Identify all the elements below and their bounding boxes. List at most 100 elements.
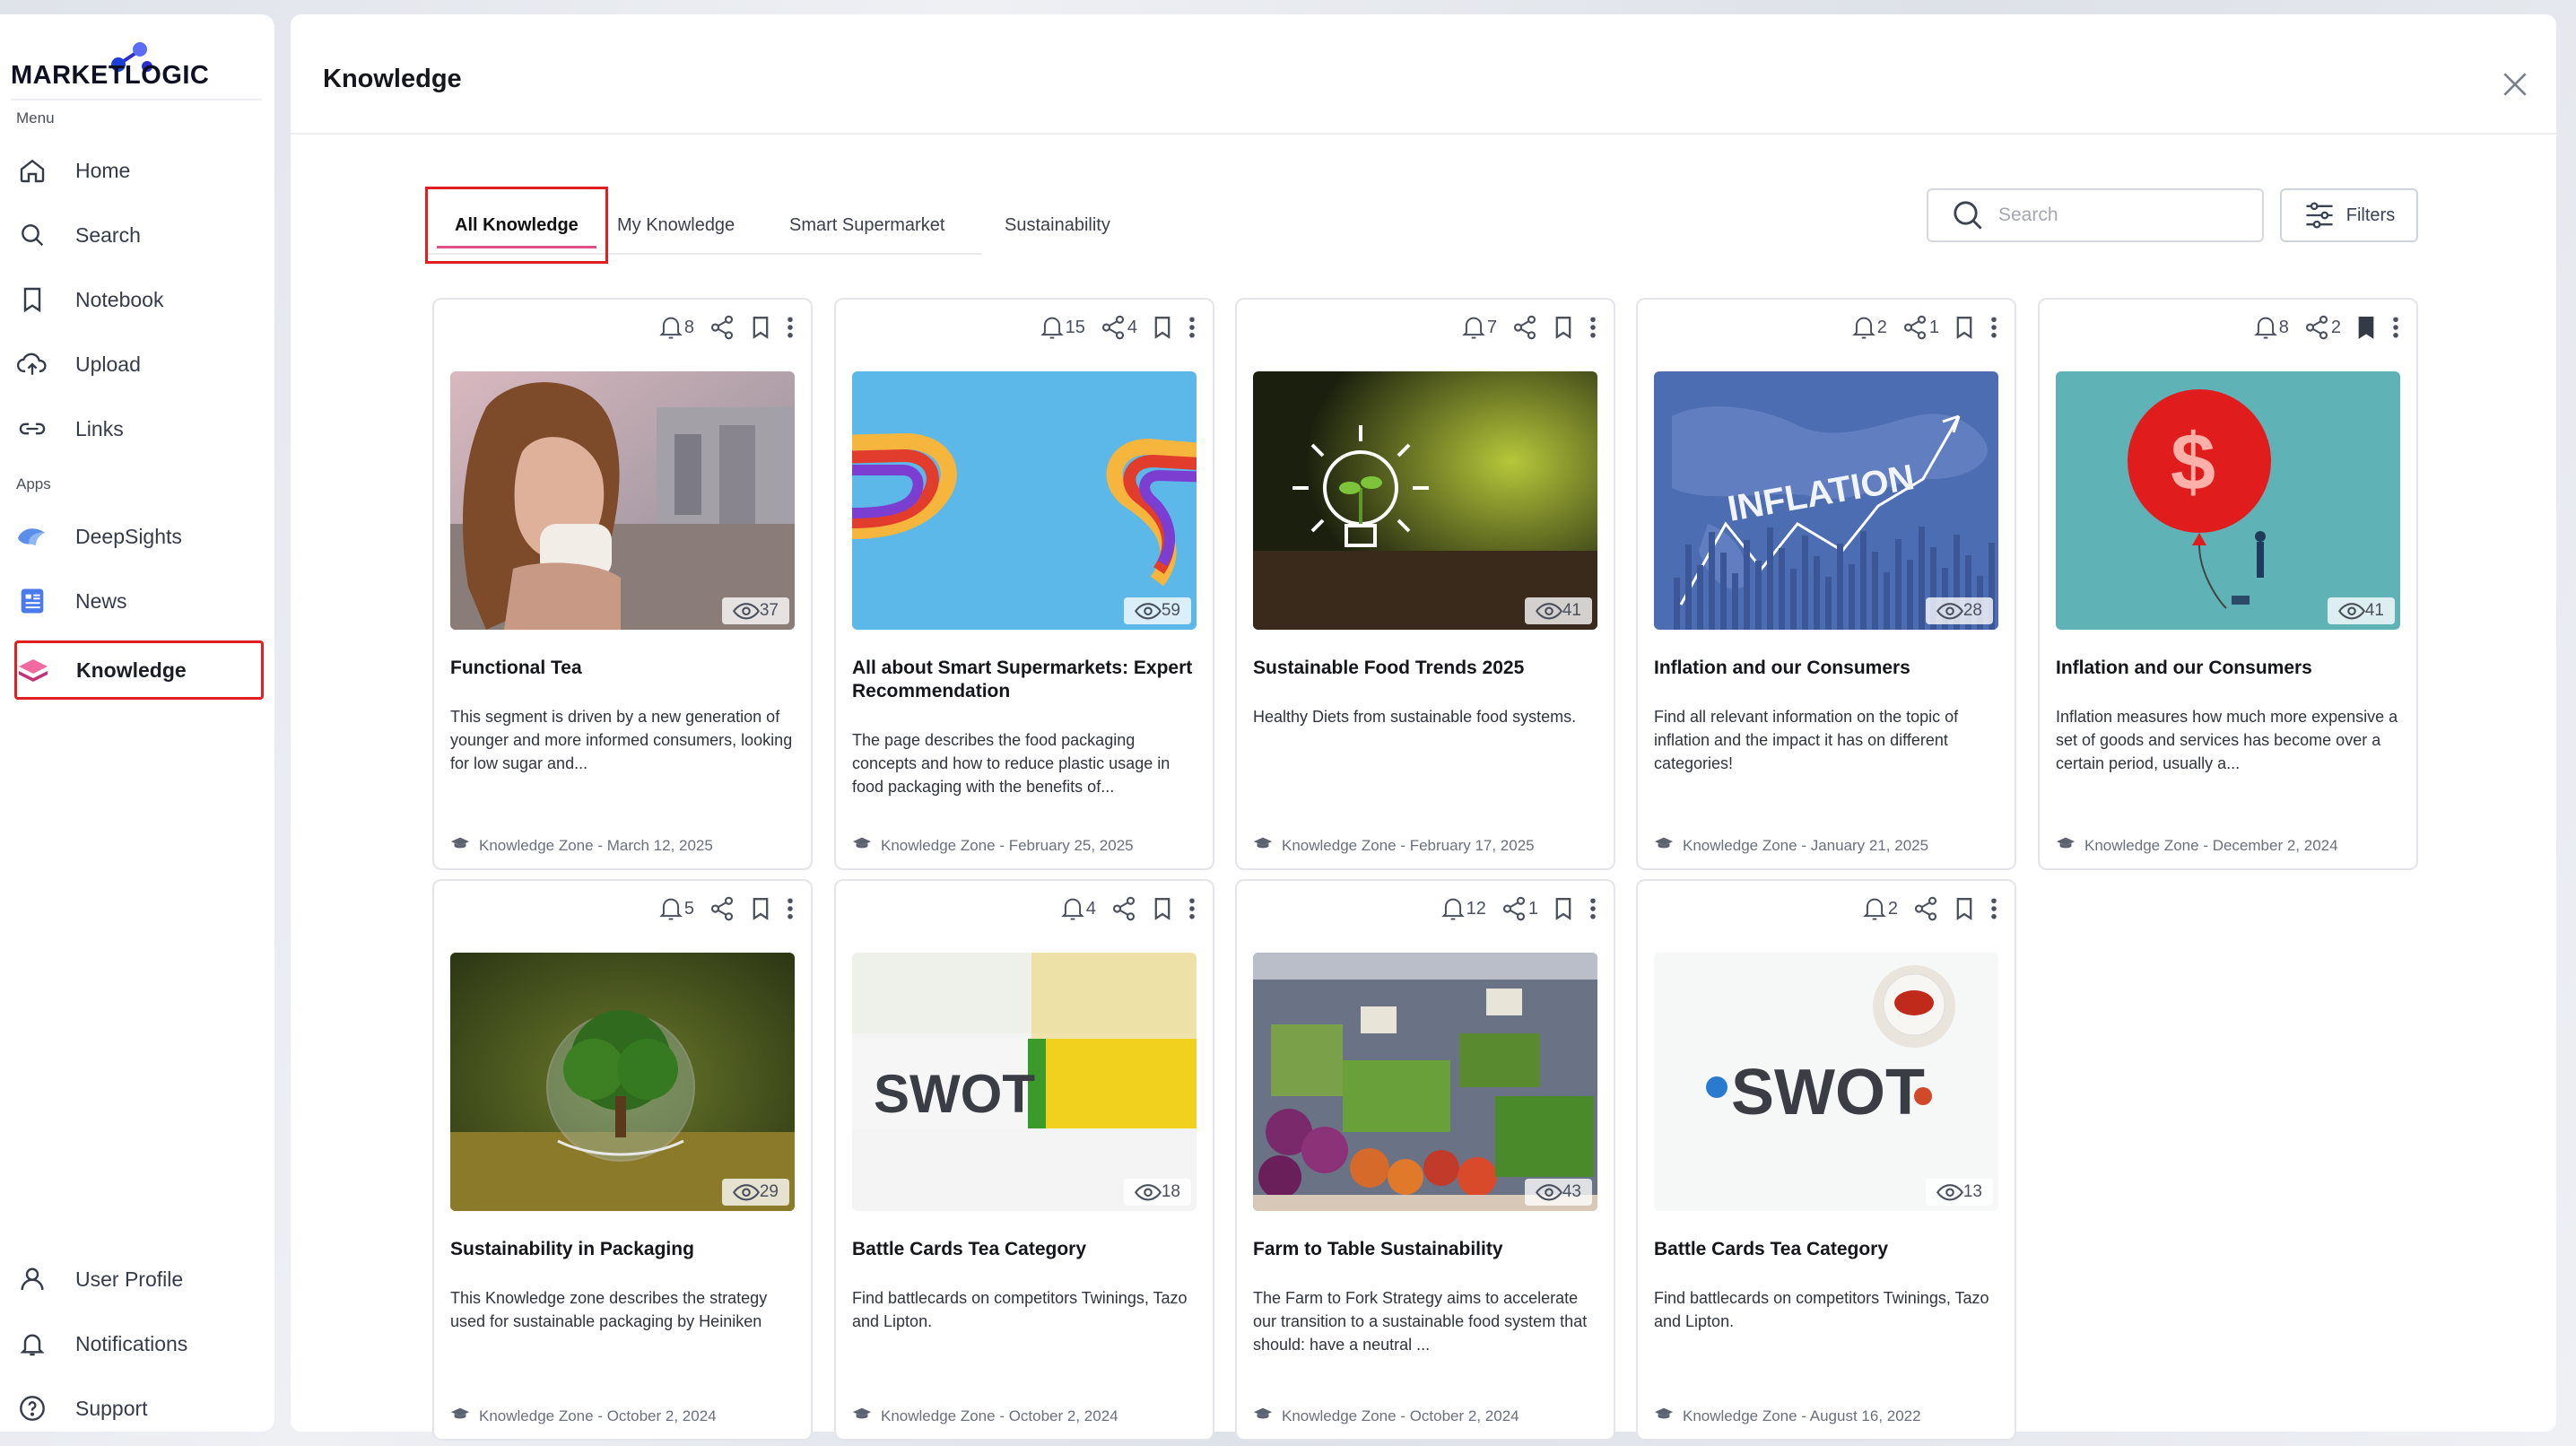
share-button[interactable]: 2 xyxy=(2303,314,2341,341)
knowledge-panel: Knowledge All Knowledge My Knowledge Sma… xyxy=(291,14,2556,1441)
card-thumbnail[interactable]: 59 xyxy=(852,371,1197,630)
more-options-button[interactable] xyxy=(786,895,795,922)
card-thumbnail[interactable]: 37 xyxy=(450,371,795,630)
card-actions: 4 xyxy=(1060,892,1197,926)
card-title[interactable]: Battle Cards Tea Category xyxy=(1654,1238,2004,1261)
subscribe-button[interactable]: 7 xyxy=(1461,314,1497,341)
share-button[interactable] xyxy=(709,314,735,341)
share-button[interactable]: 4 xyxy=(1100,314,1137,341)
card-title[interactable]: Inflation and our Consumers xyxy=(1654,657,2004,680)
subscribe-button[interactable]: 15 xyxy=(1040,314,1085,341)
sidebar-item-notifications[interactable]: Notifications xyxy=(16,1319,262,1369)
sidebar-item-links[interactable]: Links xyxy=(16,404,262,454)
card-title[interactable]: Sustainability in Packaging xyxy=(450,1238,800,1261)
more-vertical-icon xyxy=(786,314,795,341)
search-box[interactable] xyxy=(1927,188,2264,242)
sidebar-item-label: DeepSights xyxy=(75,524,182,548)
card-thumbnail[interactable]: 29 xyxy=(450,953,795,1211)
share-button[interactable] xyxy=(1511,314,1538,341)
card-title[interactable]: Functional Tea xyxy=(450,657,800,680)
sidebar-item-home[interactable]: Home xyxy=(16,145,262,196)
filters-button[interactable]: Filters xyxy=(2280,188,2418,242)
share-button[interactable] xyxy=(709,895,735,922)
close-button[interactable] xyxy=(2497,66,2533,102)
more-options-button[interactable] xyxy=(1989,314,1998,341)
knowledge-card[interactable]: 8 37 Functional Tea This segment is driven … xyxy=(432,298,813,870)
bookmark-button[interactable] xyxy=(750,895,771,922)
subscribe-button[interactable]: 12 xyxy=(1440,895,1486,922)
sidebar-item-notebook[interactable]: Notebook xyxy=(16,274,262,325)
bookmark-icon xyxy=(750,895,771,922)
card-thumbnail[interactable]: INFLATION 28 xyxy=(1654,371,1998,630)
card-title[interactable]: Battle Cards Tea Category xyxy=(852,1238,1202,1261)
bookmark-button[interactable] xyxy=(1553,895,1574,922)
more-options-button[interactable] xyxy=(2391,314,2400,341)
more-options-button[interactable] xyxy=(1588,314,1597,341)
card-thumbnail[interactable]: SWOT 13 xyxy=(1654,953,1998,1211)
share-icon xyxy=(1110,895,1137,922)
sidebar-item-user-profile[interactable]: User Profile xyxy=(16,1254,262,1304)
bookmark-button[interactable] xyxy=(1152,314,1173,341)
search-input[interactable] xyxy=(1998,205,2250,226)
bookmark-button[interactable] xyxy=(750,314,771,341)
bookmark-button[interactable] xyxy=(1954,314,1975,341)
more-vertical-icon xyxy=(786,895,795,922)
knowledge-card[interactable]: 5 29 Sustainability in Packaging This Knowl… xyxy=(432,879,813,1441)
more-options-button[interactable] xyxy=(1188,314,1197,341)
bookmark-button[interactable] xyxy=(1553,314,1574,341)
subscribe-button[interactable]: 8 xyxy=(2253,314,2289,341)
subscribe-button[interactable]: 5 xyxy=(658,895,694,922)
sidebar-item-deepsights[interactable]: DeepSights xyxy=(16,511,262,562)
marketlogic-logo[interactable]: MARKETLOGIC xyxy=(11,41,262,95)
card-title[interactable]: All about Smart Supermarkets: Expert Rec… xyxy=(852,657,1202,703)
bookmark-button[interactable] xyxy=(1152,895,1173,922)
knowledge-card[interactable]: 12 1 43 Farm to Table Sustainability The Far… xyxy=(1235,879,1615,1441)
share-button[interactable] xyxy=(1110,895,1137,922)
share-button[interactable] xyxy=(1912,895,1939,922)
divider xyxy=(291,133,2556,135)
card-thumbnail[interactable]: 41 xyxy=(1253,371,1597,630)
share-button[interactable]: 1 xyxy=(1902,314,1939,341)
sidebar-item-support[interactable]: Support xyxy=(16,1383,262,1433)
subscribe-button[interactable]: 4 xyxy=(1060,895,1096,922)
card-thumbnail[interactable]: 43 xyxy=(1253,953,1597,1211)
subscribe-button[interactable]: 8 xyxy=(658,314,694,341)
card-title[interactable]: Farm to Table Sustainability xyxy=(1253,1238,1603,1261)
bell-icon xyxy=(658,895,683,922)
card-meta: Knowledge Zone - March 12, 2025 xyxy=(450,835,713,856)
more-options-button[interactable] xyxy=(786,314,795,341)
more-vertical-icon xyxy=(1989,314,1998,341)
knowledge-card[interactable]: 4 SWOT 18 Battle Cards Tea Category Find bat… xyxy=(834,879,1214,1441)
tab-smart-supermarket[interactable]: Smart Supermarket xyxy=(789,194,944,257)
more-options-button[interactable] xyxy=(1989,895,1998,922)
knowledge-card[interactable]: 7 41 Sustainable Food Trends 2025 Healthy D… xyxy=(1235,298,1615,870)
knowledge-card[interactable]: 2 SWOT 13 Battle Cards Tea Category Find bat… xyxy=(1636,879,2016,1441)
share-icon xyxy=(1912,895,1939,922)
more-vertical-icon xyxy=(1588,895,1597,922)
sidebar-item-upload[interactable]: Upload xyxy=(16,339,262,389)
knowledge-card[interactable]: 15 4 59 All about Smart Supermarkets: Exper… xyxy=(834,298,1214,870)
tab-sustainability[interactable]: Sustainability xyxy=(1005,194,1110,257)
more-options-button[interactable] xyxy=(1188,895,1197,922)
card-title[interactable]: Inflation and our Consumers xyxy=(2056,657,2406,680)
knowledge-zone-icon xyxy=(852,835,881,856)
bookmark-button[interactable] xyxy=(1954,895,1975,922)
eye-icon xyxy=(1936,1182,1963,1203)
more-options-button[interactable] xyxy=(1588,895,1597,922)
card-thumbnail[interactable]: $41 xyxy=(2056,371,2400,630)
knowledge-card[interactable]: 2 1 INFLATION 28 Inflation and our Consumers… xyxy=(1636,298,2016,870)
card-title[interactable]: Sustainable Food Trends 2025 xyxy=(1253,657,1603,680)
subscribe-button[interactable]: 2 xyxy=(1862,895,1898,922)
view-count: 29 xyxy=(759,1182,779,1201)
subscribe-button[interactable]: 2 xyxy=(1851,314,1887,341)
sidebar-item-search[interactable]: Search xyxy=(16,210,262,260)
view-count-badge: 43 xyxy=(1524,1179,1592,1206)
sidebar-item-knowledge[interactable]: Knowledge xyxy=(14,640,264,700)
tab-my-knowledge[interactable]: My Knowledge xyxy=(617,194,735,257)
bookmark-button[interactable] xyxy=(2355,314,2377,341)
tab-all-knowledge[interactable]: All Knowledge xyxy=(425,187,608,264)
share-button[interactable]: 1 xyxy=(1501,895,1538,922)
knowledge-card[interactable]: 8 2 $41 Inflation and our Consumers Inflatio… xyxy=(2038,298,2418,870)
sidebar-item-news[interactable]: News xyxy=(16,576,262,626)
card-thumbnail[interactable]: SWOT 18 xyxy=(852,953,1197,1211)
